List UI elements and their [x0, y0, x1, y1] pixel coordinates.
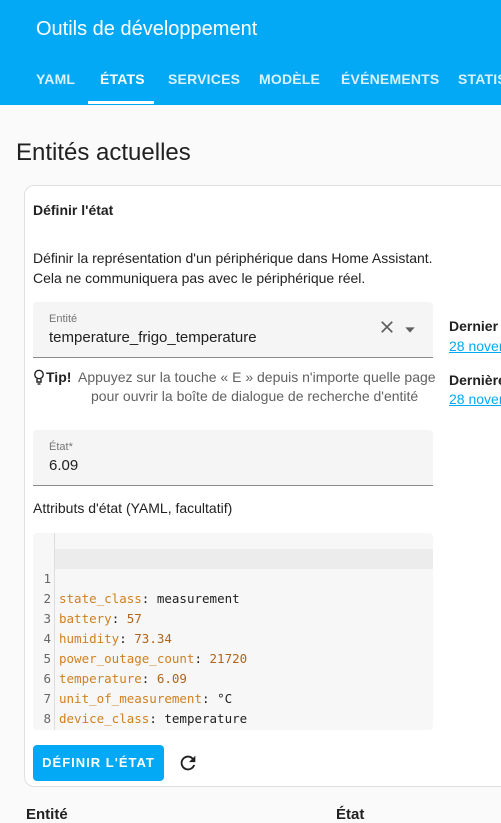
entity-field-value[interactable]: temperature_frigo_temperature [49, 329, 257, 346]
tip-text-line-1: Appuyez sur la touche « E » depuis n'imp… [78, 369, 436, 385]
entity-field-label: Entité [49, 313, 78, 325]
entity-picker[interactable]: Entité temperature_frigo_temperature [33, 302, 433, 358]
column-header-state[interactable]: État [336, 806, 364, 823]
yaml-key: temperature [59, 671, 142, 686]
refresh-icon[interactable] [177, 752, 199, 774]
tab-statistics[interactable]: STATIS [458, 71, 501, 87]
lightbulb-icon [34, 369, 44, 385]
card-description: Définir la représentation d'un périphéri… [33, 248, 453, 288]
tab-bar: YAML ÉTATS SERVICES MODÈLE ÉVÉNEMENTS ST… [0, 71, 501, 105]
active-line-highlight [55, 549, 433, 569]
yaml-value: 73.34 [134, 631, 172, 646]
tip-text-line-2: pour ouvrir la boîte de dialogue de rech… [91, 388, 419, 404]
column-header-entity[interactable]: Entité [26, 806, 68, 823]
yaml-key: state_class [59, 591, 142, 606]
state-input[interactable]: État* 6.09 [33, 430, 433, 486]
set-state-button[interactable]: DÉFINIR L'ÉTAT [33, 745, 164, 781]
yaml-key: battery [59, 611, 112, 626]
yaml-value: 21720 [209, 651, 248, 666]
attributes-label: Attributs d'état (YAML, facultatif) [33, 500, 233, 516]
code-line: 6 unit_of_measurement: °C [33, 649, 232, 706]
yaml-value: 57 [126, 611, 142, 626]
yaml-value: °C [217, 691, 233, 706]
card-title: Définir l'état [33, 202, 114, 218]
tab-template[interactable]: MODÈLE [259, 71, 320, 87]
tab-states[interactable]: ÉTATS [100, 71, 145, 87]
code-line: 4 power_outage_count: 21720 [33, 609, 247, 666]
close-icon[interactable] [378, 318, 396, 336]
menu-down-icon[interactable] [402, 322, 418, 338]
tab-services[interactable]: SERVICES [168, 71, 240, 87]
yaml-value: temperature [164, 711, 248, 726]
yaml-key: unit_of_measurement [59, 691, 202, 706]
code-line: 5 temperature: 6.09 [33, 629, 187, 686]
code-line: 7 device_class: temperature [33, 669, 247, 726]
description-line-2: Cela ne communiquera pas avec le périphé… [33, 270, 366, 286]
code-line: 1 state_class: measurement [33, 549, 239, 606]
code-line: 9 [33, 709, 63, 729]
yaml-value: 6.09 [156, 671, 187, 686]
yaml-value: measurement [156, 591, 240, 606]
yaml-key: device_class [59, 711, 150, 726]
last-updated-label: Dernière [449, 372, 501, 388]
tab-yaml[interactable]: YAML [36, 71, 75, 87]
description-line-1: Définir la représentation d'un périphéri… [33, 250, 433, 266]
line-number: 9 [33, 729, 51, 730]
app-title: Outils de développement [36, 18, 258, 40]
yaml-key: power_outage_count [59, 651, 195, 666]
state-field-value[interactable]: 6.09 [49, 457, 78, 474]
attributes-yaml-editor[interactable]: 1 state_class: measurement 2 battery: 57… [33, 533, 433, 730]
tip-label: Tip! [46, 369, 72, 385]
last-changed-value[interactable]: 28 novem [449, 338, 501, 354]
yaml-key: humidity [59, 631, 120, 646]
last-updated-value[interactable]: 28 novem [449, 391, 501, 407]
code-line: 2 battery: 57 [33, 569, 141, 626]
page-title: Entités actuelles [16, 139, 191, 166]
code-line: 8 friendly_name: temperature_frigo_tempe… [33, 689, 63, 726]
state-field-label: État* [49, 441, 73, 453]
app-header: Outils de développement YAML ÉTATS SERVI… [0, 0, 501, 105]
last-changed-label: Dernier c [449, 318, 501, 334]
tab-events[interactable]: ÉVÉNEMENTS [341, 71, 439, 87]
code-line: 3 humidity: 73.34 [33, 589, 171, 646]
active-tab-indicator [88, 101, 154, 104]
